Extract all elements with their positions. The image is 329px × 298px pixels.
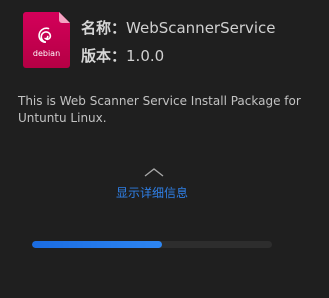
package-icon-label: debian [32,49,61,58]
package-version-row: 版本：1.0.0 [81,45,164,66]
package-version-value: 1.0.0 [126,47,165,65]
chevron-up-icon[interactable] [144,167,164,177]
install-progress-bar [32,241,272,248]
installer-window: debian 名称：WebScannerService 版本：1.0.0 Thi… [0,0,329,298]
package-name-label: 名称： [81,19,127,37]
show-details-toggle[interactable]: 显示详细信息 [0,164,329,206]
package-name-row: 名称：WebScannerService [81,17,276,38]
debian-package-icon: debian [23,12,70,68]
package-version-label: 版本： [81,47,127,65]
install-progress-fill [32,241,162,248]
package-name-value: WebScannerService [126,19,276,37]
package-description: This is Web Scanner Service Install Pack… [18,94,301,125]
show-details-label[interactable]: 显示详细信息 [0,184,304,201]
